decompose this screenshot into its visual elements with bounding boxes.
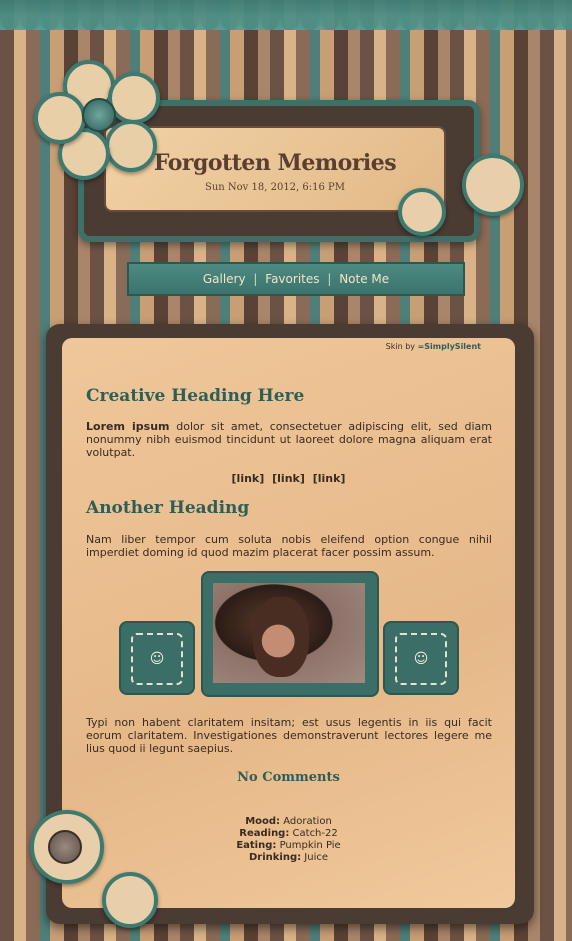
drinking-line: Drinking: Juice xyxy=(62,852,515,864)
petal xyxy=(105,120,157,172)
petal xyxy=(34,92,86,144)
paragraph-typi: Typi non habent claritatem insitam; est … xyxy=(86,716,492,755)
photo-frame[interactable] xyxy=(201,571,379,697)
thumbnail-placeholder: ☺ xyxy=(131,633,183,685)
paragraph-lorem-bold: Lorem ipsum xyxy=(86,420,170,433)
photo-figure xyxy=(253,597,309,677)
lace-border xyxy=(0,0,572,30)
link-row: [link] [link] [link] xyxy=(62,472,515,485)
button-icon xyxy=(82,98,116,132)
navigation-bar: Gallery | Favorites | Note Me xyxy=(127,262,465,296)
thumbnail-placeholder: ☺ xyxy=(395,633,447,685)
nav-separator: | xyxy=(253,272,258,286)
smiley-icon: ☺ xyxy=(413,651,429,667)
eating-line: Eating: Pumpkin Pie xyxy=(62,840,515,852)
site-title: Forgotten Memories xyxy=(153,150,397,176)
drinking-value: Juice xyxy=(304,852,329,863)
reading-label: Reading: xyxy=(239,828,290,839)
site-date: Sun Nov 18, 2012, 6:16 PM xyxy=(205,182,345,193)
link-2[interactable]: [link] xyxy=(272,472,305,485)
decorative-flower-icon xyxy=(398,188,446,236)
heading-another: Another Heading xyxy=(86,498,250,518)
thumbnail-left[interactable]: ☺ xyxy=(119,621,195,695)
eating-value: Pumpkin Pie xyxy=(279,840,341,851)
featured-photo xyxy=(213,583,365,683)
drinking-label: Drinking: xyxy=(248,852,302,863)
nav-separator: | xyxy=(327,272,332,286)
mood-value: Adoration xyxy=(283,816,332,827)
content-paper: Skin by =SimplySilent Creative Heading H… xyxy=(62,338,515,908)
smiley-icon: ☺ xyxy=(149,651,165,667)
decorative-flower-icon xyxy=(462,154,524,216)
heading-creative: Creative Heading Here xyxy=(86,386,305,406)
mood-block: Mood: Adoration Reading: Catch-22 Eating… xyxy=(62,816,515,864)
decorative-flower-icon xyxy=(102,872,158,928)
nav-gallery-link[interactable]: Gallery xyxy=(203,272,246,286)
nav-note-me-link[interactable]: Note Me xyxy=(339,272,389,286)
nav-favorites-link[interactable]: Favorites xyxy=(265,272,319,286)
skin-credit-author-link[interactable]: =SimplySilent xyxy=(418,342,481,351)
link-1[interactable]: [link] xyxy=(232,472,265,485)
reading-line: Reading: Catch-22 xyxy=(62,828,515,840)
link-3[interactable]: [link] xyxy=(313,472,346,485)
button-icon xyxy=(48,830,82,864)
mood-label: Mood: xyxy=(245,816,281,827)
skin-credit-prefix: Skin by xyxy=(385,342,416,351)
thumbnail-right[interactable]: ☺ xyxy=(383,621,459,695)
reading-value: Catch-22 xyxy=(292,828,338,839)
skin-credit: Skin by =SimplySilent xyxy=(386,342,481,351)
paragraph-nam: Nam liber tempor cum soluta nobis eleife… xyxy=(86,533,492,559)
comments-link[interactable]: No Comments xyxy=(62,770,515,785)
eating-label: Eating: xyxy=(236,840,277,851)
paragraph-lorem: Lorem ipsum dolor sit amet, consectetuer… xyxy=(86,420,492,459)
mood-line: Mood: Adoration xyxy=(62,816,515,828)
